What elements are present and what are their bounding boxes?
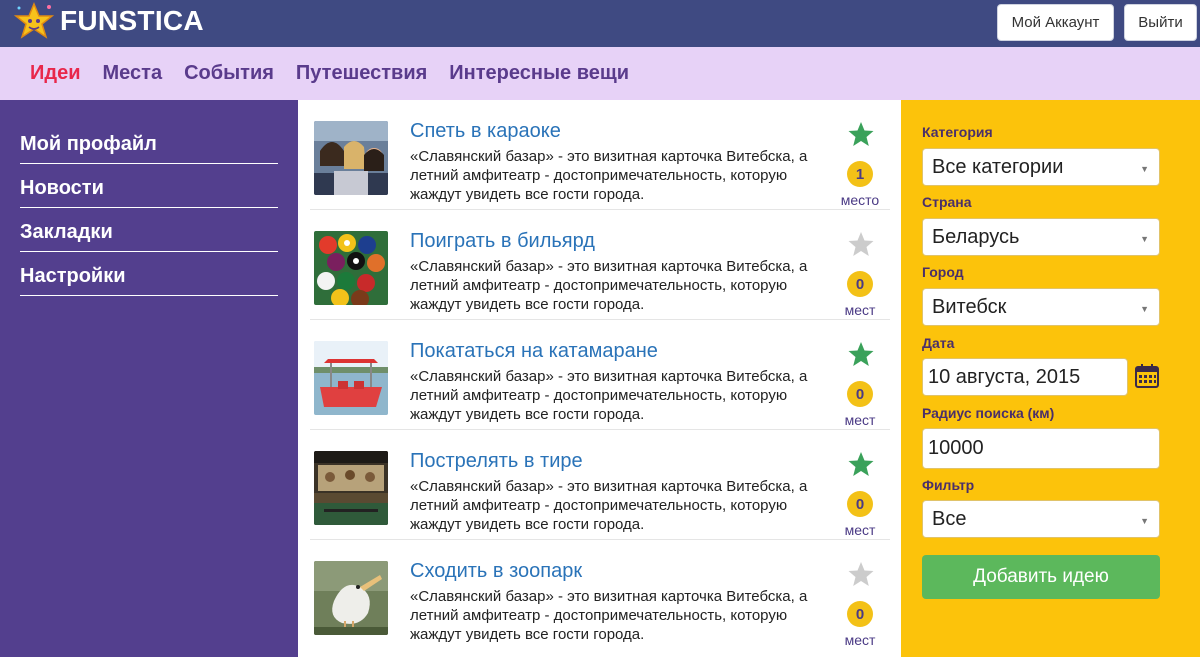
karaoke-photo[interactable] — [314, 121, 388, 195]
star-icon[interactable] — [847, 340, 875, 368]
list-item[interactable]: Пострелять в тире «Славянский базар» - э… — [310, 430, 890, 540]
calendar-icon[interactable] — [1134, 363, 1160, 389]
country-select[interactable]: Беларусь ▼ — [922, 218, 1160, 256]
idea-title[interactable]: Сходить в зоопарк — [410, 560, 582, 583]
idea-description: «Славянский базар» - это визитная карточ… — [410, 478, 808, 533]
nav-item-events[interactable]: События — [184, 62, 274, 85]
logo-text: FUNSTICA — [60, 5, 204, 36]
catamaran-photo[interactable] — [314, 341, 388, 415]
star-icon[interactable] — [847, 120, 875, 148]
chevron-down-icon: ▼ — [1140, 516, 1149, 526]
country-value: Беларусь — [932, 225, 1020, 248]
star-icon[interactable] — [847, 560, 875, 588]
list-item[interactable]: Спеть в караоке «Славянский базар» - это… — [310, 100, 890, 210]
list-item[interactable]: Сходить в зоопарк «Славянский базар» - э… — [310, 540, 890, 650]
ideas-list: Спеть в караоке «Славянский базар» - это… — [298, 100, 901, 657]
nav-item-ideas[interactable]: Идеи — [30, 62, 81, 85]
top-bar: FUNSTICA Мой Аккаунт Выйти — [0, 0, 1200, 47]
category-label: Категория — [922, 124, 993, 140]
my-account-button[interactable]: Мой Аккаунт — [997, 4, 1114, 41]
places-count-badge: 0 — [847, 601, 873, 627]
nav-item-places[interactable]: Места — [103, 62, 163, 85]
sidebar: Мой профайл Новости Закладки Настройки — [0, 100, 298, 657]
sidebar-item-news[interactable]: Новости — [20, 164, 278, 208]
city-select[interactable]: Витебск ▼ — [922, 288, 1160, 326]
star-logo-icon — [14, 2, 54, 39]
main-nav: Идеи Места События Путешествия Интересны… — [0, 47, 1200, 100]
category-select[interactable]: Все категории ▼ — [922, 148, 1160, 186]
idea-description: «Славянский базар» - это визитная карточ… — [410, 588, 808, 643]
radius-value: 10000 — [928, 437, 984, 459]
sidebar-item-profile[interactable]: Мой профайл — [20, 128, 278, 164]
zoo-photo[interactable] — [314, 561, 388, 635]
billiard-photo[interactable] — [314, 231, 388, 305]
idea-title[interactable]: Спеть в караоке — [410, 120, 561, 143]
idea-description: «Славянский базар» - это визитная карточ… — [410, 368, 808, 423]
radius-label: Радиус поиска (км) — [922, 405, 1055, 421]
date-label: Дата — [922, 335, 955, 351]
places-count-label: мест — [844, 412, 876, 428]
idea-description: «Славянский базар» - это визитная карточ… — [410, 148, 808, 203]
chevron-down-icon: ▼ — [1140, 234, 1149, 244]
places-count-label: мест — [844, 632, 876, 648]
date-value: 10 августа, 2015 — [928, 365, 1081, 388]
radius-input[interactable]: 10000 — [922, 428, 1160, 469]
idea-title[interactable]: Покататься на катамаране — [410, 340, 658, 363]
city-label: Город — [922, 264, 964, 280]
nav-item-travel[interactable]: Путешествия — [296, 62, 427, 85]
places-count-label: мест — [844, 302, 876, 318]
date-input[interactable]: 10 августа, 2015 — [922, 358, 1128, 396]
filter-select[interactable]: Все ▼ — [922, 500, 1160, 538]
star-icon[interactable] — [847, 450, 875, 478]
country-label: Страна — [922, 194, 972, 210]
category-value: Все категории — [932, 155, 1064, 178]
places-count-badge: 0 — [847, 491, 873, 517]
places-count-label: мест — [844, 522, 876, 538]
logo[interactable]: FUNSTICA — [14, 2, 204, 40]
sidebar-item-bookmarks[interactable]: Закладки — [20, 208, 278, 252]
star-icon[interactable] — [847, 230, 875, 258]
shooting-range-photo[interactable] — [314, 451, 388, 525]
places-count-badge: 0 — [847, 381, 873, 407]
chevron-down-icon: ▼ — [1140, 164, 1149, 174]
chevron-down-icon: ▼ — [1140, 304, 1149, 314]
filter-label: Фильтр — [922, 477, 975, 493]
sidebar-item-settings[interactable]: Настройки — [20, 252, 278, 296]
nav-item-interesting-things[interactable]: Интересные вещи — [449, 62, 629, 85]
add-idea-button[interactable]: Добавить идею — [922, 555, 1160, 599]
logout-button[interactable]: Выйти — [1124, 4, 1197, 41]
city-value: Витебск — [932, 295, 1007, 318]
places-count-badge: 0 — [847, 271, 873, 297]
places-count-badge: 1 — [847, 161, 873, 187]
idea-title[interactable]: Пострелять в тире — [410, 450, 583, 473]
places-count-label: место — [840, 192, 880, 208]
filter-panel: Категория Все категории ▼ Страна Беларус… — [901, 100, 1200, 657]
idea-description: «Славянский базар» - это визитная карточ… — [410, 258, 808, 313]
list-item[interactable]: Поиграть в бильярд «Славянский базар» - … — [310, 210, 890, 320]
filter-value: Все — [932, 507, 967, 530]
list-item[interactable]: Покататься на катамаране «Славянский баз… — [310, 320, 890, 430]
idea-title[interactable]: Поиграть в бильярд — [410, 230, 595, 253]
